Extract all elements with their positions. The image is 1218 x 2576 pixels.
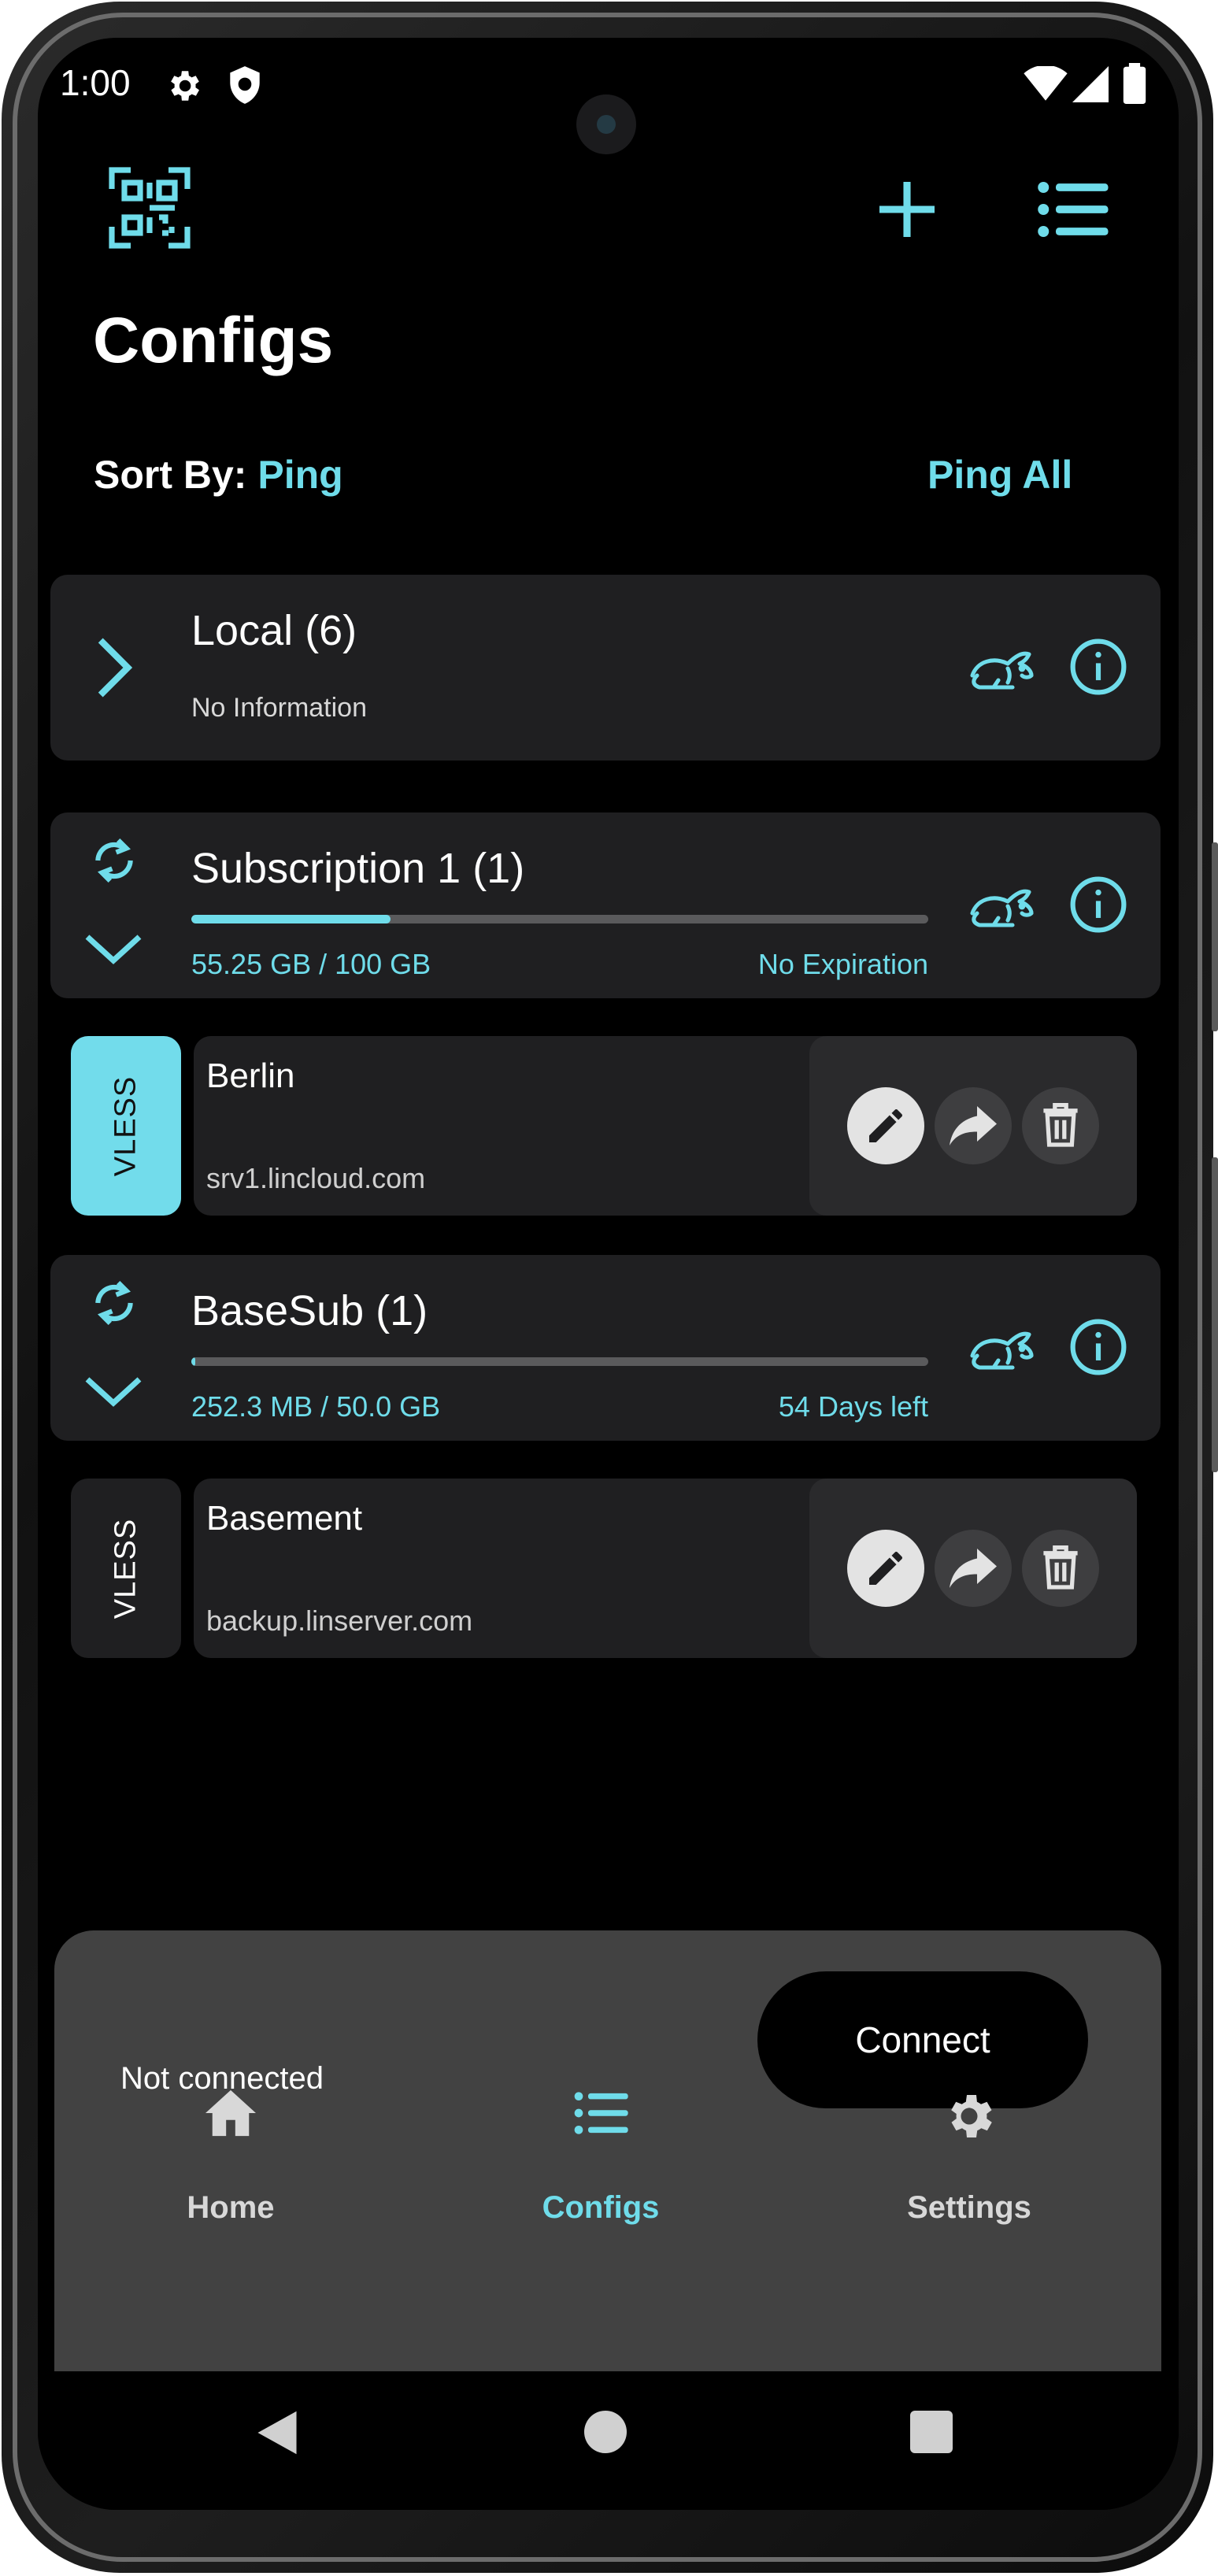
config-name: Basement [206, 1499, 363, 1538]
group-name: BaseSub (1) [191, 1287, 428, 1334]
share-arrow-icon [950, 1106, 997, 1146]
nav-label: Settings [907, 2190, 1031, 2225]
config-item-basement[interactable]: Basement backup.linserver.com [194, 1479, 1137, 1658]
group-name: Subscription 1 (1) [191, 845, 525, 892]
edit-button[interactable] [847, 1087, 924, 1164]
settings-status-icon [164, 66, 203, 105]
sort-by[interactable]: Sort By: Ping [94, 452, 343, 498]
sort-label: Sort By: [94, 453, 247, 497]
power-button [1212, 1157, 1218, 1472]
usage-text: 55.25 GB / 100 GB [191, 948, 431, 980]
config-server: backup.linserver.com [206, 1604, 473, 1637]
ping-rabbit-icon[interactable] [965, 638, 1036, 694]
list-menu-icon[interactable] [1036, 176, 1109, 242]
group-info: No Information [191, 693, 367, 723]
info-icon[interactable] [1069, 1318, 1127, 1376]
nav-home[interactable]: Home [89, 2089, 372, 2226]
pencil-icon [869, 1109, 902, 1142]
share-button[interactable] [935, 1530, 1012, 1607]
qr-scan-icon[interactable] [109, 167, 191, 249]
gear-icon [827, 2088, 1111, 2190]
usage-progress-fill [191, 915, 391, 923]
trash-icon [1043, 1102, 1078, 1147]
chevron-down-icon[interactable] [85, 932, 142, 965]
list-icon [459, 2088, 742, 2190]
page-title: Configs [93, 305, 334, 376]
group-subscription-1[interactable]: Subscription 1 (1) 55.25 GB / 100 GB No … [50, 812, 1161, 998]
recents-button[interactable] [910, 2411, 953, 2453]
share-button[interactable] [935, 1087, 1012, 1164]
group-local[interactable]: Local (6) No Information [50, 575, 1161, 761]
battery-icon [1123, 63, 1146, 104]
chevron-down-icon[interactable] [85, 1375, 142, 1408]
ping-rabbit-icon[interactable] [965, 875, 1036, 932]
delete-button[interactable] [1022, 1087, 1099, 1164]
protocol-badge: VLESS [71, 1479, 181, 1658]
edit-button[interactable] [847, 1530, 924, 1607]
nav-label: Configs [542, 2190, 660, 2225]
add-icon[interactable] [874, 176, 940, 242]
config-actions [809, 1479, 1137, 1658]
usage-text: 252.3 MB / 50.0 GB [191, 1390, 441, 1423]
usage-progress-bar [191, 915, 928, 923]
back-button[interactable] [255, 2409, 299, 2460]
home-system-button[interactable] [584, 2411, 627, 2453]
info-icon[interactable] [1069, 875, 1127, 934]
pencil-icon [869, 1552, 902, 1585]
status-time: 1:00 [60, 62, 131, 103]
sort-value[interactable]: Ping [257, 453, 342, 497]
config-item-berlin[interactable]: Berlin srv1.lincloud.com [194, 1036, 1137, 1216]
ping-all-button[interactable]: Ping All [927, 452, 1072, 498]
bottom-sheet: Not connected Connect Home Configs Setti… [54, 1930, 1161, 2371]
refresh-icon[interactable] [90, 1275, 139, 1331]
ping-rabbit-icon[interactable] [965, 1318, 1036, 1375]
nav-settings[interactable]: Settings [827, 2095, 1111, 2226]
config-name: Berlin [206, 1057, 295, 1095]
wifi-icon [1024, 66, 1068, 102]
home-icon [89, 2088, 372, 2190]
protocol-label: VLESS [109, 1518, 143, 1619]
info-icon[interactable] [1069, 638, 1127, 696]
back-triangle-icon [257, 2411, 297, 2455]
refresh-icon[interactable] [90, 833, 139, 888]
shield-status-icon [225, 65, 265, 107]
group-basesub[interactable]: BaseSub (1) 252.3 MB / 50.0 GB 54 Days l… [50, 1255, 1161, 1441]
usage-progress-bar [191, 1357, 928, 1366]
group-name: Local (6) [191, 607, 357, 654]
share-arrow-icon [950, 1549, 997, 1588]
front-camera [576, 94, 636, 154]
screen: 1:00 Configs Sort By: Ping Ping All Loca… [38, 38, 1179, 2510]
protocol-label: VLESS [109, 1075, 143, 1176]
expiry-text: 54 Days left [778, 1390, 928, 1423]
chevron-right-icon[interactable] [94, 638, 134, 698]
expiry-text: No Expiration [757, 948, 928, 980]
cell-signal-icon [1072, 66, 1109, 102]
trash-icon [1043, 1545, 1078, 1590]
volume-button [1212, 842, 1218, 1031]
protocol-badge: VLESS [71, 1036, 181, 1216]
system-navigation-bar [38, 2371, 1179, 2510]
config-actions [809, 1036, 1137, 1216]
nav-configs[interactable]: Configs [459, 2092, 742, 2226]
delete-button[interactable] [1022, 1530, 1099, 1607]
usage-progress-fill [191, 1357, 195, 1366]
nav-label: Home [187, 2190, 275, 2225]
config-server: srv1.lincloud.com [206, 1162, 426, 1194]
